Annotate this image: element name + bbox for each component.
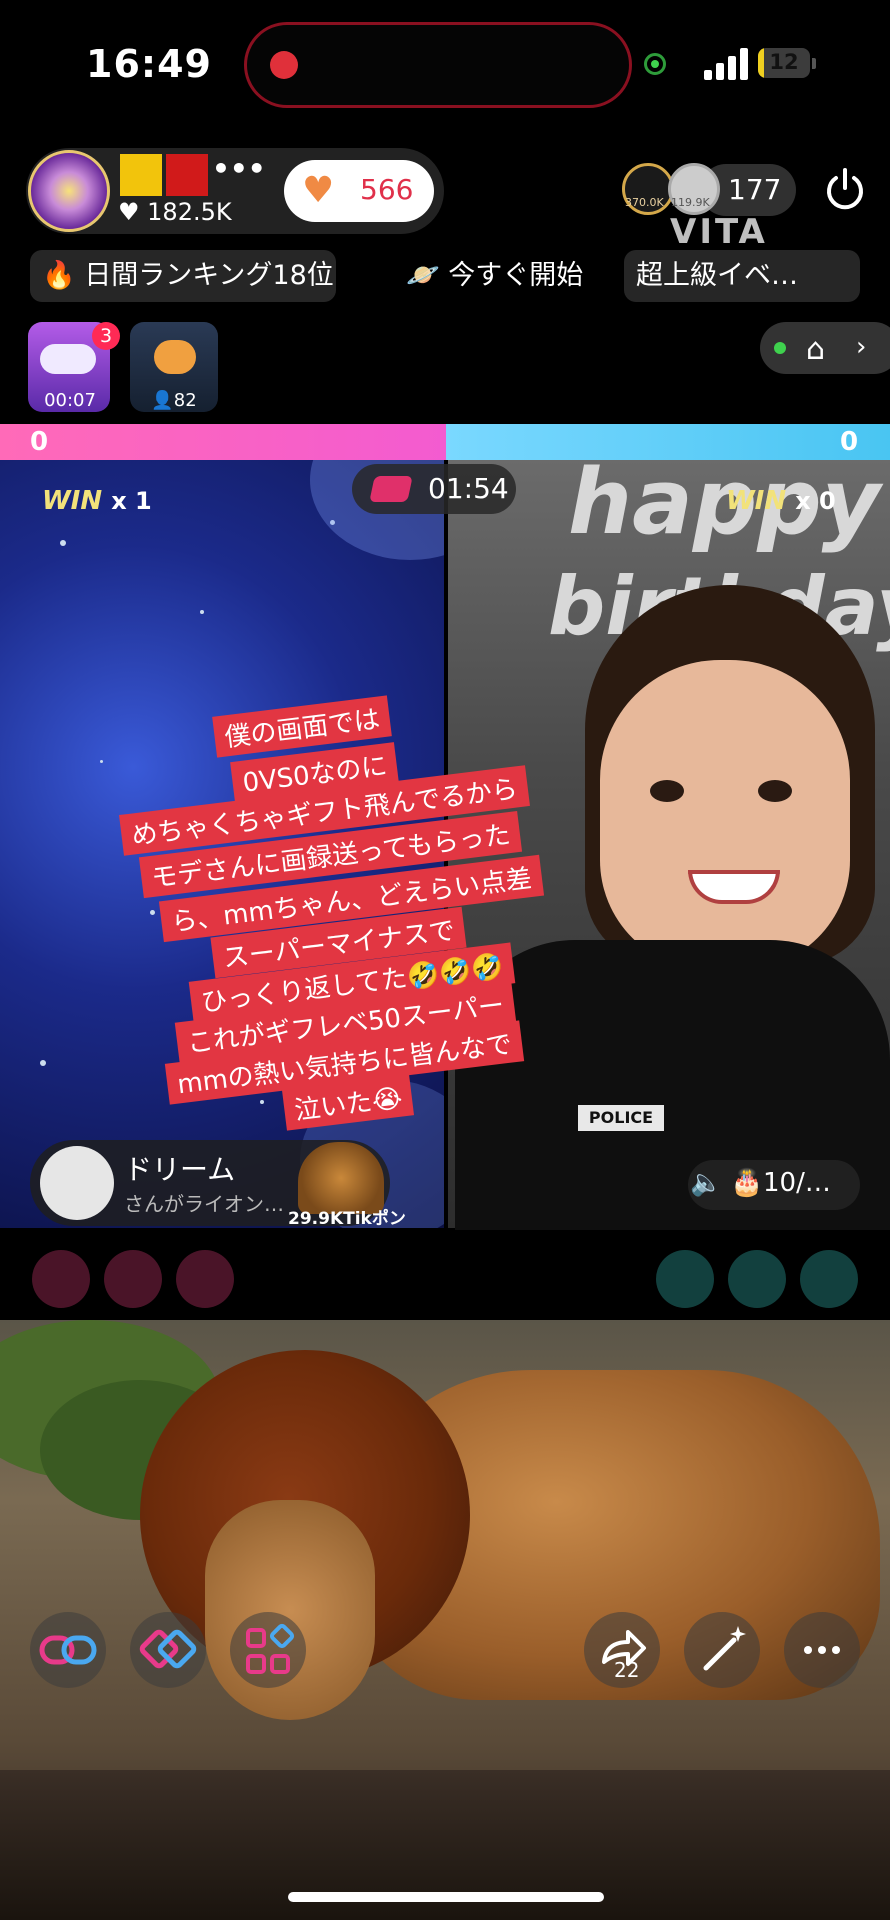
gift-info: 🔈 🎂10/… (690, 1168, 831, 1198)
heart-outline-icon: ♥ (118, 198, 148, 226)
heart-icon: ♥ (302, 170, 335, 211)
group-icon (154, 340, 196, 374)
top-viewer-2-score: 119.9K (671, 196, 710, 209)
magic-wand-icon[interactable] (684, 1612, 760, 1688)
sender-avatar[interactable] (40, 1146, 114, 1220)
group-count-value: 82 (173, 390, 197, 411)
cake-icon: 🎂 (730, 1168, 764, 1198)
seat-icon[interactable] (104, 1250, 162, 1308)
seat-icon[interactable] (728, 1250, 786, 1308)
start-now-tag[interactable]: 🪐 今すぐ開始 (394, 250, 594, 302)
battery-percent: 12 (769, 50, 799, 74)
dynamic-island (244, 22, 632, 108)
streamer-face (600, 660, 850, 970)
top-viewer-1-score: 370.0K (625, 196, 664, 209)
online-dot-icon (774, 342, 786, 354)
host-name-flag-yellow (120, 154, 162, 196)
event-label: 超上級イベ… (636, 260, 798, 291)
win-left-value: x 1 (111, 487, 152, 515)
status-time: 16:49 (86, 42, 212, 86)
daily-ranking-tag[interactable]: 🔥 日間ランキング18位 (30, 250, 336, 302)
battle-icon (369, 476, 413, 502)
win-label-left: WIN (42, 486, 103, 516)
score-bar-right (446, 424, 890, 460)
vita-watermark: VITA (670, 212, 768, 252)
room-nav-pill[interactable]: ⌂ › (760, 322, 890, 374)
sender-name: ドリーム (124, 1153, 236, 1186)
like-count: 566 (360, 173, 414, 206)
home-indicator[interactable] (288, 1892, 604, 1902)
score-left: 0 (30, 427, 49, 457)
battle-mode-icon[interactable] (130, 1612, 206, 1688)
gift-price: 29.9KTikポン (288, 1209, 406, 1229)
win-right-value: x 0 (795, 487, 836, 515)
host-likes: ♥ 182.5K (118, 198, 232, 226)
battle-timer: 01:54 (428, 472, 509, 505)
host-name-flag-red (166, 154, 208, 196)
flame-icon: 🔥 (42, 260, 76, 291)
start-now-label: 今すぐ開始 (448, 260, 584, 291)
gift-notice-text: さんがライオン… (124, 1192, 284, 1216)
cloud-icon (40, 344, 96, 374)
battery-icon: 12 (758, 48, 810, 78)
score-bar-left (0, 424, 446, 460)
daily-ranking-label: 日間ランキング18位 (84, 260, 334, 291)
apps-grid-icon[interactable] (230, 1612, 306, 1688)
gift-info-value: 10/… (763, 1168, 831, 1198)
host-likes-count: 182.5K (147, 198, 232, 226)
seat-icon[interactable] (32, 1250, 90, 1308)
more-options-icon[interactable] (784, 1612, 860, 1688)
camera-in-use-icon (644, 53, 666, 75)
power-icon[interactable] (822, 166, 868, 212)
planet-icon: 🪐 (406, 260, 440, 291)
speaker-icon[interactable]: 🔈 (690, 1168, 722, 1198)
seat-icon[interactable] (656, 1250, 714, 1308)
win-count-left: WIN x 1 (42, 486, 152, 516)
top-viewer-avatar-2[interactable]: 119.9K (668, 163, 720, 215)
cellular-signal-icon (704, 48, 748, 80)
score-right: 0 (840, 427, 859, 457)
notification-badge: 3 (92, 322, 120, 350)
host-name-more: ••• (212, 152, 266, 185)
share-count: 22 (614, 1658, 640, 1682)
host-avatar[interactable] (28, 150, 110, 232)
win-label-right: WIN (726, 486, 787, 516)
person-icon: 👤 (151, 390, 174, 411)
chevron-right-icon[interactable]: › (856, 332, 866, 362)
win-count-right: WIN x 0 (726, 486, 836, 516)
police-patch: POLICE (578, 1105, 664, 1131)
recording-indicator-icon (270, 51, 298, 79)
link-icon[interactable] (30, 1612, 106, 1688)
home-icon[interactable]: ⌂ (806, 332, 825, 367)
battery-tip (812, 58, 816, 69)
group-member-count: 👤82 (132, 390, 216, 411)
cloud-widget-time: 00:07 (44, 390, 96, 411)
top-viewer-avatar-1[interactable]: 370.0K (622, 163, 674, 215)
seat-icon[interactable] (176, 1250, 234, 1308)
event-tag[interactable]: 超上級イベ… (624, 250, 860, 302)
seat-icon[interactable] (800, 1250, 858, 1308)
viewer-count: 177 (728, 173, 782, 206)
